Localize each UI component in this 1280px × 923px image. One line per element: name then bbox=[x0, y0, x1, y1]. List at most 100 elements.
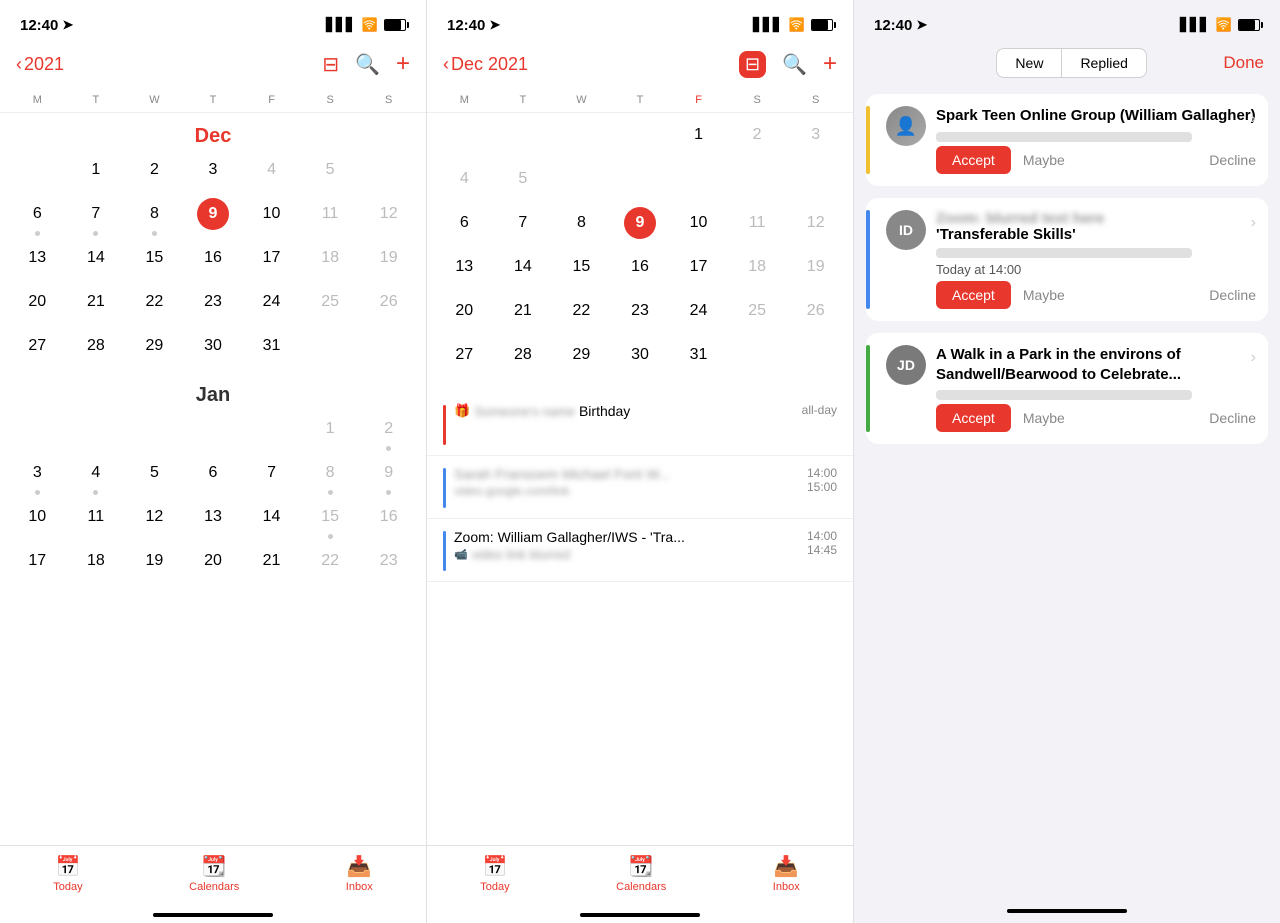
cal-cell-jan-7[interactable]: 7 bbox=[242, 455, 301, 497]
cal-cell2-dec-31[interactable]: 31 bbox=[669, 337, 728, 379]
cal-cell-jan-1[interactable]: 1 bbox=[301, 411, 360, 453]
maybe-button-spark[interactable]: Maybe bbox=[1023, 152, 1065, 168]
cal-cell2-dec-20[interactable]: 20 bbox=[435, 293, 494, 335]
cal-cell-dec-22[interactable]: 22 bbox=[125, 284, 184, 326]
cal-cell-dec-25[interactable]: 25 bbox=[301, 284, 360, 326]
cal-cell-dec-20[interactable]: 20 bbox=[8, 284, 67, 326]
cal-cell-jan-13[interactable]: 13 bbox=[184, 499, 243, 541]
cal-cell-dec-2[interactable]: 2 bbox=[125, 152, 184, 194]
cal-cell2-dec-12[interactable]: 12 bbox=[786, 205, 845, 247]
tab-calendars-1[interactable]: 📆 Calendars bbox=[189, 854, 239, 893]
cal-cell2-dec-22[interactable]: 22 bbox=[552, 293, 611, 335]
decline-button-walk[interactable]: Decline bbox=[1209, 410, 1256, 426]
accept-button-spark[interactable]: Accept bbox=[936, 146, 1011, 174]
cal-cell-dec-8[interactable]: 8 bbox=[125, 196, 184, 238]
cal-cell-dec-7[interactable]: 7 bbox=[67, 196, 126, 238]
cal-cell2-dec-5[interactable]: 5 bbox=[494, 161, 553, 203]
cal-cell-dec-27[interactable]: 27 bbox=[8, 328, 67, 370]
calendar-icon-1[interactable]: ⊟ bbox=[322, 52, 339, 77]
cal-cell2-dec-10[interactable]: 10 bbox=[669, 205, 728, 247]
decline-button-spark[interactable]: Decline bbox=[1209, 152, 1256, 168]
tab-calendars-2[interactable]: 📆 Calendars bbox=[616, 854, 666, 893]
cal-cell-jan-8[interactable]: 8 bbox=[301, 455, 360, 497]
cal-cell2-dec-26[interactable]: 26 bbox=[786, 293, 845, 335]
cal-cell2-dec-15[interactable]: 15 bbox=[552, 249, 611, 291]
cal-cell2-dec-11[interactable]: 11 bbox=[728, 205, 787, 247]
event-birthday[interactable]: 🎁 Someone's name Birthday all-day bbox=[427, 393, 853, 456]
cal-cell2-dec-29[interactable]: 29 bbox=[552, 337, 611, 379]
cal-cell2-dec-19[interactable]: 19 bbox=[786, 249, 845, 291]
accept-button-zoom[interactable]: Accept bbox=[936, 281, 1011, 309]
cal-cell-dec-1[interactable]: 1 bbox=[67, 152, 126, 194]
cal-cell-dec-13[interactable]: 13 bbox=[8, 240, 67, 282]
cal-cell-dec-4[interactable]: 4 bbox=[242, 152, 301, 194]
cal-cell2-dec-16[interactable]: 16 bbox=[611, 249, 670, 291]
cal-cell-jan-11[interactable]: 11 bbox=[67, 499, 126, 541]
cal-cell-dec-3[interactable]: 3 bbox=[184, 152, 243, 194]
tab-today-1[interactable]: 📅 Today bbox=[53, 854, 82, 893]
decline-button-zoom[interactable]: Decline bbox=[1209, 287, 1256, 303]
cal-cell-dec-15[interactable]: 15 bbox=[125, 240, 184, 282]
add-icon-1[interactable]: + bbox=[396, 50, 410, 78]
back-button-1[interactable]: ‹ 2021 bbox=[16, 54, 64, 75]
cal-cell2-dec-7[interactable]: 7 bbox=[494, 205, 553, 247]
back-button-2[interactable]: ‹ Dec 2021 bbox=[443, 54, 528, 75]
maybe-button-zoom[interactable]: Maybe bbox=[1023, 287, 1065, 303]
cal-cell2-dec-27[interactable]: 27 bbox=[435, 337, 494, 379]
cal-cell-jan-22[interactable]: 22 bbox=[301, 543, 360, 585]
cal-cell-dec-11[interactable]: 11 bbox=[301, 196, 360, 238]
filter-replied-button[interactable]: Replied bbox=[1061, 48, 1146, 78]
cal-cell2-dec-24[interactable]: 24 bbox=[669, 293, 728, 335]
cal-cell-dec-6[interactable]: 6 bbox=[8, 196, 67, 238]
cal-cell-jan-21[interactable]: 21 bbox=[242, 543, 301, 585]
cal-cell-jan-23[interactable]: 23 bbox=[359, 543, 418, 585]
cal-cell-jan-2[interactable]: 2 bbox=[359, 411, 418, 453]
cal-cell2-dec-23[interactable]: 23 bbox=[611, 293, 670, 335]
event-2[interactable]: Sarah Fransoem Michael Font W... video.g… bbox=[427, 456, 853, 519]
cal-cell-dec-23[interactable]: 23 bbox=[184, 284, 243, 326]
cal-cell2-dec-6[interactable]: 6 bbox=[435, 205, 494, 247]
cal-cell-jan-12[interactable]: 12 bbox=[125, 499, 184, 541]
cal-cell-dec-9[interactable]: 9 bbox=[184, 196, 243, 238]
cal-cell2-dec-21[interactable]: 21 bbox=[494, 293, 553, 335]
maybe-button-walk[interactable]: Maybe bbox=[1023, 410, 1065, 426]
cal-cell-jan-16[interactable]: 16 bbox=[359, 499, 418, 541]
accept-button-walk[interactable]: Accept bbox=[936, 404, 1011, 432]
cal-cell2-dec-8[interactable]: 8 bbox=[552, 205, 611, 247]
cal-cell2-dec-1[interactable]: 1 bbox=[669, 117, 728, 159]
tab-today-2[interactable]: 📅 Today bbox=[480, 854, 509, 893]
cal-cell-jan-20[interactable]: 20 bbox=[184, 543, 243, 585]
cal-cell-jan-6[interactable]: 6 bbox=[184, 455, 243, 497]
cal-cell-dec-21[interactable]: 21 bbox=[67, 284, 126, 326]
cal-cell2-dec-25[interactable]: 25 bbox=[728, 293, 787, 335]
search-icon-2[interactable]: 🔍 bbox=[782, 52, 807, 77]
cal-cell-dec-5[interactable]: 5 bbox=[301, 152, 360, 194]
cal-cell-dec-10[interactable]: 10 bbox=[242, 196, 301, 238]
grid-icon-2[interactable]: ⊟ bbox=[739, 51, 766, 78]
cal-cell2-dec-9[interactable]: 9 bbox=[611, 205, 670, 247]
cal-cell-dec-17[interactable]: 17 bbox=[242, 240, 301, 282]
cal-cell-jan-10[interactable]: 10 bbox=[8, 499, 67, 541]
cal-cell-jan-14[interactable]: 14 bbox=[242, 499, 301, 541]
cal-cell2-dec-17[interactable]: 17 bbox=[669, 249, 728, 291]
cal-cell-jan-5[interactable]: 5 bbox=[125, 455, 184, 497]
cal-cell-jan-15[interactable]: 15 bbox=[301, 499, 360, 541]
tab-inbox-2[interactable]: 📥 Inbox bbox=[773, 854, 800, 893]
cal-cell2-dec-28[interactable]: 28 bbox=[494, 337, 553, 379]
cal-cell-jan-3[interactable]: 3 bbox=[8, 455, 67, 497]
cal-cell2-dec-4[interactable]: 4 bbox=[435, 161, 494, 203]
cal-cell-jan-17[interactable]: 17 bbox=[8, 543, 67, 585]
cal-cell-dec-16[interactable]: 16 bbox=[184, 240, 243, 282]
cal-cell-dec-14[interactable]: 14 bbox=[67, 240, 126, 282]
cal-cell2-dec-3[interactable]: 3 bbox=[786, 117, 845, 159]
cal-cell-dec-19[interactable]: 19 bbox=[359, 240, 418, 282]
done-button[interactable]: Done bbox=[1223, 53, 1264, 73]
cal-cell-jan-9[interactable]: 9 bbox=[359, 455, 418, 497]
cal-cell-jan-18[interactable]: 18 bbox=[67, 543, 126, 585]
cal-cell2-dec-14[interactable]: 14 bbox=[494, 249, 553, 291]
cal-cell-dec-18[interactable]: 18 bbox=[301, 240, 360, 282]
cal-cell2-dec-2[interactable]: 2 bbox=[728, 117, 787, 159]
cal-cell-dec-28[interactable]: 28 bbox=[67, 328, 126, 370]
cal-cell-dec-24[interactable]: 24 bbox=[242, 284, 301, 326]
cal-cell-dec-30[interactable]: 30 bbox=[184, 328, 243, 370]
